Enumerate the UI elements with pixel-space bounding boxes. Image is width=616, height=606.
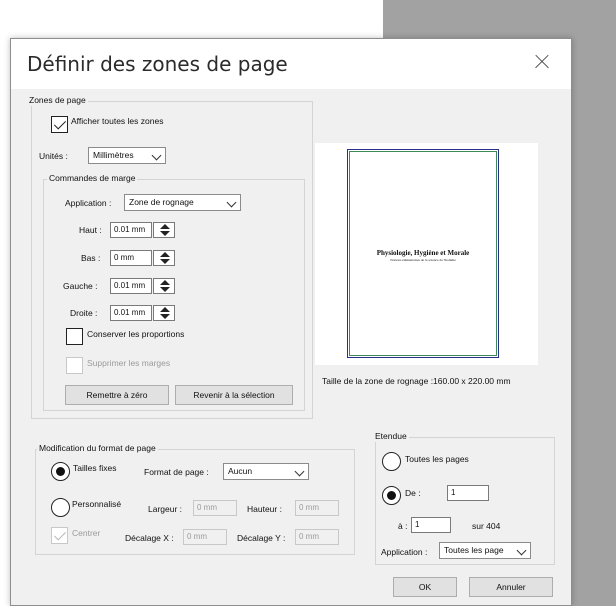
center-label[interactable]: Centrer [72, 527, 100, 539]
zones-group-label: Zones de page [27, 95, 88, 106]
close-icon[interactable] [527, 47, 557, 77]
right-margin-spinner[interactable] [153, 305, 175, 321]
offset-x-input[interactable]: 0 mm [183, 529, 227, 545]
left-margin-input[interactable]: 0.01 mm [110, 278, 152, 294]
bottom-label: Bas : [81, 253, 101, 263]
spin-down-icon[interactable] [160, 231, 170, 236]
page-from-input[interactable]: 1 [447, 485, 489, 501]
reset-button[interactable]: Remettre à zéro [65, 385, 169, 405]
top-margin-spinner[interactable] [153, 222, 175, 238]
range-application-label: Application : [381, 547, 428, 557]
custom-size-label[interactable]: Personnalisé [72, 498, 121, 510]
range-application-select-value: Toutes les page [444, 545, 504, 555]
spin-down-icon[interactable] [160, 287, 170, 292]
spin-up-icon[interactable] [160, 280, 170, 285]
preview-page: Physiologie, Hygiène et Morale Notions é… [347, 149, 499, 358]
left-label: Gauche : [63, 281, 98, 291]
right-margin-input[interactable]: 0.01 mm [110, 305, 152, 321]
ok-button[interactable]: OK [393, 577, 457, 597]
application-select-value: Zone de rognage [129, 197, 194, 207]
show-all-zones-label[interactable]: Afficher toutes les zones [71, 115, 163, 127]
units-select-value: Millimètres [93, 150, 134, 160]
spin-up-icon[interactable] [160, 252, 170, 257]
keep-ratio-checkbox[interactable] [66, 328, 83, 345]
fixed-size-label[interactable]: Tailles fixes [73, 462, 116, 474]
crop-size-caption: Taille de la zone de rognage :160.00 x 2… [322, 376, 511, 386]
chevron-down-icon [151, 150, 162, 161]
title-bar: Définir des zones de page [11, 39, 571, 89]
dialog-title: Définir des zones de page [27, 52, 288, 76]
cancel-button[interactable]: Annuler [469, 577, 553, 597]
offset-y-input[interactable]: 0 mm [295, 529, 339, 545]
margins-group [43, 179, 305, 411]
width-input[interactable]: 0 mm [193, 500, 237, 516]
page-total-label: sur 404 [472, 521, 501, 531]
chevron-down-icon [294, 466, 305, 477]
margins-group-label: Commandes de marge [47, 173, 138, 184]
application-select[interactable]: Zone de rognage [124, 194, 241, 211]
range-group-label: Etendue [373, 431, 409, 442]
preview-page-title: Physiologie, Hygiène et Morale [376, 249, 470, 257]
bottom-margin-spinner[interactable] [153, 250, 175, 266]
spin-up-icon[interactable] [160, 307, 170, 312]
page-format-label: Format de page : [144, 467, 209, 477]
format-group-label: Modification du format de page [37, 443, 158, 454]
spin-down-icon[interactable] [160, 259, 170, 264]
units-label: Unités : [39, 151, 68, 161]
spin-down-icon[interactable] [160, 314, 170, 319]
fixed-size-radio[interactable] [51, 462, 70, 481]
offset-x-label: Décalage X : [125, 533, 174, 543]
height-input[interactable]: 0 mm [295, 500, 339, 516]
page-from-label[interactable]: De : [405, 487, 421, 499]
remove-margins-checkbox[interactable] [66, 357, 83, 374]
range-application-select[interactable]: Toutes les page [439, 542, 531, 559]
chevron-down-icon [226, 197, 237, 208]
chevron-down-icon [516, 545, 527, 556]
page-to-label: à : [398, 521, 408, 531]
left-margin-spinner[interactable] [153, 278, 175, 294]
height-label: Hauteur : [247, 504, 282, 514]
keep-ratio-label[interactable]: Conserver les proportions [87, 328, 184, 340]
preview-page-subtitle: Notions élémentaires de la science de l'… [390, 258, 456, 262]
remove-margins-label[interactable]: Supprimer les marges [87, 357, 170, 369]
spin-up-icon[interactable] [160, 224, 170, 229]
all-pages-label[interactable]: Toutes les pages [405, 453, 469, 465]
page-from-radio[interactable] [382, 486, 401, 505]
page-format-select[interactable]: Aucun [223, 463, 309, 480]
center-checkbox[interactable] [51, 527, 68, 544]
page-preview: Physiologie, Hygiène et Morale Notions é… [315, 143, 538, 365]
dialog: Définir des zones de page Zones de page … [10, 38, 572, 606]
show-all-zones-checkbox[interactable] [51, 116, 68, 133]
bottom-margin-input[interactable]: 0 mm [110, 250, 152, 266]
offset-y-label: Décalage Y : [237, 533, 286, 543]
page-to-input[interactable]: 1 [411, 517, 451, 533]
revert-selection-button[interactable]: Revenir à la sélection [175, 385, 293, 405]
width-label: Largeur : [148, 504, 183, 514]
application-label: Application : [65, 198, 112, 208]
top-margin-input[interactable]: 0.01 mm [110, 222, 152, 238]
right-label: Droite : [70, 308, 98, 318]
units-select[interactable]: Millimètres [88, 147, 166, 164]
all-pages-radio[interactable] [382, 452, 401, 471]
custom-size-radio[interactable] [51, 498, 70, 517]
page-format-select-value: Aucun [228, 466, 253, 476]
top-label: Haut : [79, 225, 102, 235]
